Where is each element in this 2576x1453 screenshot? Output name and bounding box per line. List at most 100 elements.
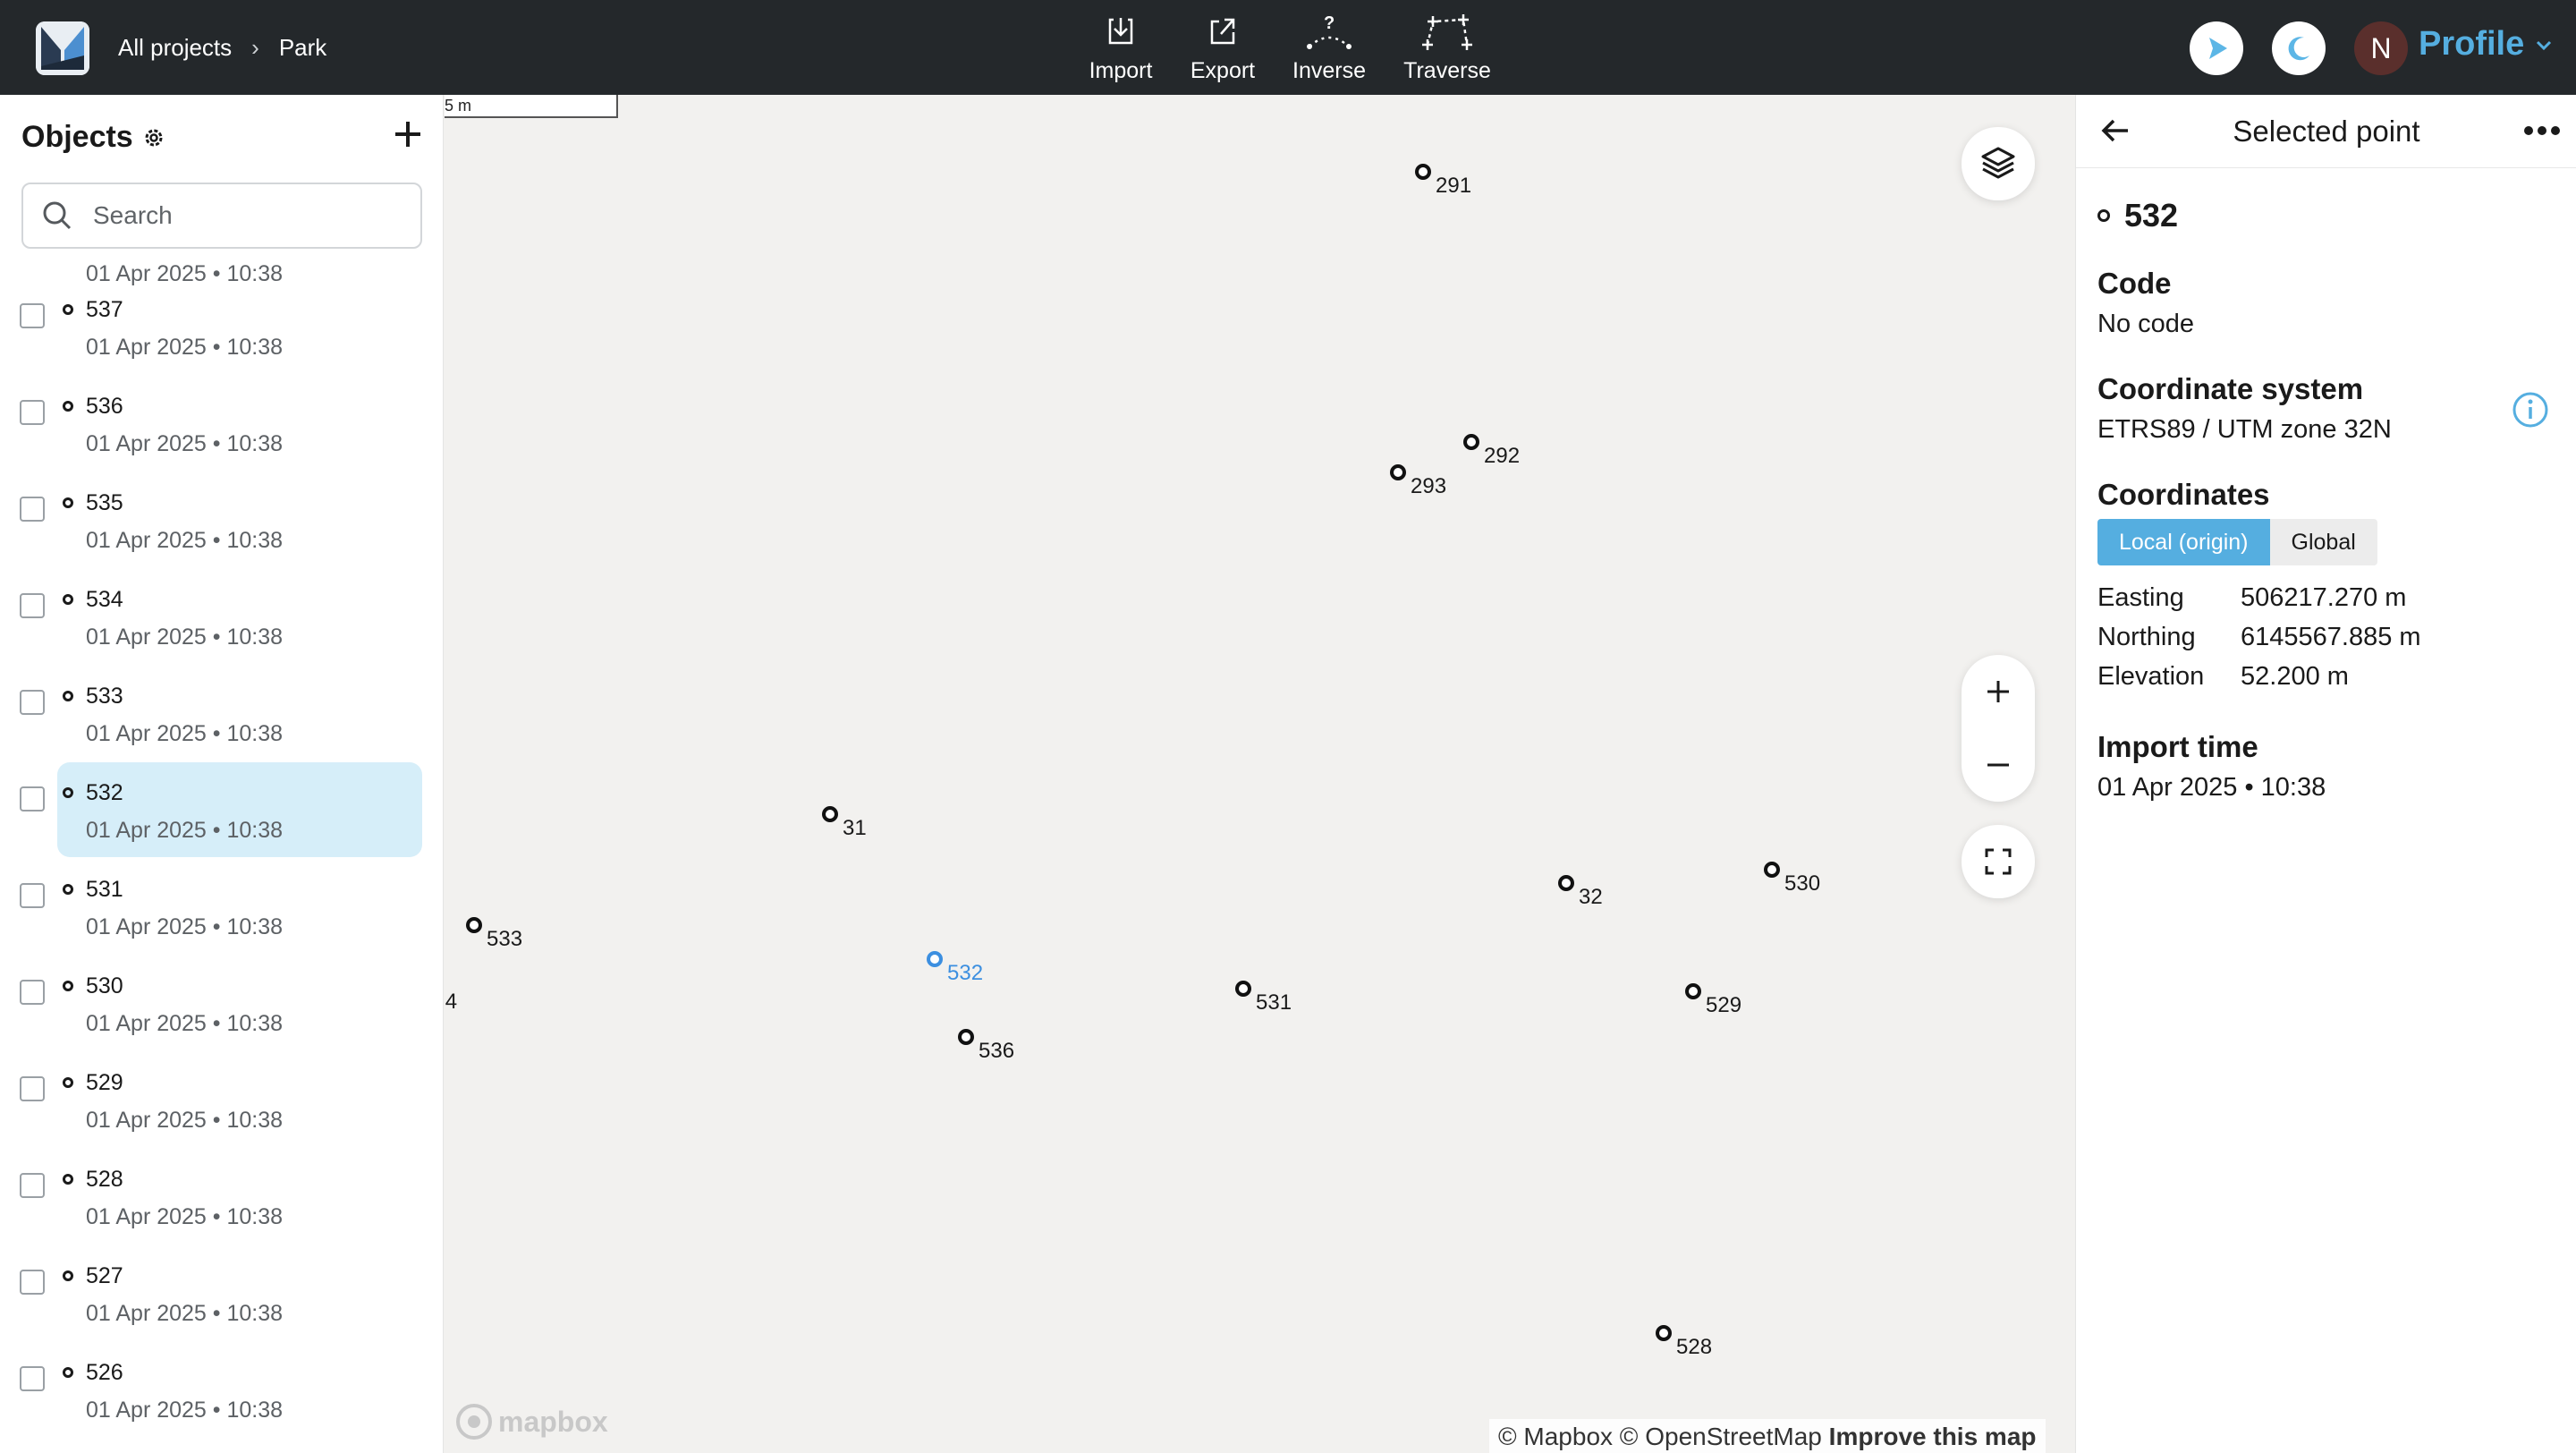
code-title: Code bbox=[2097, 267, 2172, 300]
point-marker-icon bbox=[927, 951, 943, 967]
item-checkbox[interactable] bbox=[20, 883, 45, 908]
point-heading: 532 bbox=[2097, 197, 2178, 234]
point-icon bbox=[63, 497, 73, 508]
tab-global[interactable]: Global bbox=[2269, 519, 2377, 565]
export-label: Export bbox=[1190, 58, 1256, 83]
import-icon bbox=[1108, 18, 1133, 45]
gear-icon[interactable] bbox=[142, 126, 165, 149]
inverse-label: Inverse bbox=[1292, 58, 1366, 83]
item-checkbox[interactable] bbox=[20, 303, 45, 328]
item-checkbox[interactable] bbox=[20, 1076, 45, 1101]
location-button[interactable] bbox=[2190, 21, 2243, 75]
point-marker-icon bbox=[1764, 862, 1780, 878]
list-item[interactable]: 528 01 Apr 2025 • 10:38 bbox=[20, 1149, 422, 1244]
elevation-value: 52.200 m bbox=[2241, 662, 2349, 691]
point-marker-icon bbox=[1463, 434, 1479, 450]
chevron-down-icon bbox=[2537, 40, 2552, 50]
mapbox-icon bbox=[456, 1404, 492, 1440]
map-point-label: 536 bbox=[979, 1039, 1015, 1063]
list-item-date: 01 Apr 2025 • 10:38 bbox=[86, 1011, 284, 1036]
improve-map-link[interactable]: Improve this map bbox=[1829, 1423, 2037, 1450]
mapbox-logo: mapbox bbox=[455, 1403, 608, 1440]
avatar[interactable]: N bbox=[2354, 21, 2408, 75]
item-checkbox[interactable] bbox=[20, 786, 45, 811]
northing-value: 6145567.885 m bbox=[2241, 623, 2421, 651]
traverse-button[interactable]: Traverse bbox=[1385, 0, 1510, 95]
code-value: No code bbox=[2097, 310, 2195, 338]
list-item[interactable]: 536 01 Apr 2025 • 10:38 bbox=[20, 376, 422, 471]
list-item[interactable]: 534 01 Apr 2025 • 10:38 bbox=[20, 569, 422, 664]
import-time-title: Import time bbox=[2097, 730, 2258, 763]
fullscreen-button[interactable] bbox=[1962, 825, 2035, 898]
point-icon bbox=[63, 401, 73, 412]
elevation-label: Elevation bbox=[2097, 662, 2205, 691]
list-item-date: 01 Apr 2025 • 10:38 bbox=[86, 914, 284, 939]
zoom-out-button[interactable] bbox=[1962, 728, 2035, 802]
search-input[interactable] bbox=[93, 201, 397, 230]
breadcrumb-project[interactable]: Park bbox=[279, 34, 326, 62]
layers-button[interactable] bbox=[1962, 127, 2035, 200]
map-view[interactable]: 5 m 291 292 293 31 533 532 534 536 531 32 530 529 52… bbox=[445, 95, 2075, 1453]
map-point-label: 291 bbox=[1436, 174, 1472, 198]
list-item[interactable]: 537 01 Apr 2025 • 10:38 bbox=[20, 279, 422, 374]
easting-value: 506217.270 m bbox=[2241, 583, 2407, 612]
point-icon bbox=[63, 1077, 73, 1088]
list-item-date: 01 Apr 2025 • 10:38 bbox=[86, 1108, 284, 1133]
point-marker-icon bbox=[958, 1029, 974, 1045]
point-icon bbox=[63, 1174, 73, 1185]
item-checkbox[interactable] bbox=[20, 593, 45, 618]
list-item-name: 530 bbox=[86, 973, 123, 998]
list-item[interactable]: 526 01 Apr 2025 • 10:38 bbox=[20, 1342, 422, 1437]
map-point-label: 531 bbox=[1256, 990, 1292, 1015]
search-icon bbox=[43, 201, 72, 230]
toolbar: Import Export ? Inverse Traverse bbox=[1070, 0, 1510, 95]
info-icon[interactable] bbox=[2511, 390, 2550, 429]
point-icon bbox=[63, 884, 73, 895]
more-options-icon[interactable] bbox=[2523, 123, 2561, 138]
list-item[interactable]: 533 01 Apr 2025 • 10:38 bbox=[20, 666, 422, 760]
add-object-button[interactable] bbox=[390, 116, 426, 152]
point-icon bbox=[63, 1367, 73, 1378]
list-item-date: 01 Apr 2025 • 10:38 bbox=[86, 721, 284, 746]
list-item[interactable]: 529 01 Apr 2025 • 10:38 bbox=[20, 1052, 422, 1147]
point-icon bbox=[2097, 209, 2110, 222]
list-item[interactable]: 535 01 Apr 2025 • 10:38 bbox=[20, 472, 422, 567]
item-checkbox[interactable] bbox=[20, 980, 45, 1005]
item-checkbox[interactable] bbox=[20, 1366, 45, 1391]
attribution-text[interactable]: © Mapbox © OpenStreetMap bbox=[1498, 1423, 1822, 1450]
list-item[interactable]: 532 01 Apr 2025 • 10:38 bbox=[20, 762, 422, 857]
import-time-value: 01 Apr 2025 • 10:38 bbox=[2097, 773, 2326, 802]
objects-header: Objects bbox=[21, 120, 165, 155]
list-item[interactable]: 530 01 Apr 2025 • 10:38 bbox=[20, 956, 422, 1050]
item-checkbox[interactable] bbox=[20, 1173, 45, 1198]
map-point-label: 32 bbox=[1579, 885, 1603, 909]
item-checkbox[interactable] bbox=[20, 400, 45, 425]
fullscreen-icon bbox=[1985, 848, 2012, 875]
profile-menu[interactable]: Profile bbox=[2419, 25, 2555, 64]
point-marker-icon bbox=[1390, 464, 1406, 480]
point-marker-icon bbox=[1656, 1325, 1672, 1341]
point-name: 532 bbox=[2124, 197, 2179, 234]
inverse-button[interactable]: ? Inverse bbox=[1274, 0, 1385, 95]
app-logo[interactable] bbox=[36, 21, 89, 75]
export-button[interactable]: Export bbox=[1172, 0, 1274, 95]
list-item-name: 535 bbox=[86, 490, 123, 515]
list-item[interactable]: 531 01 Apr 2025 • 10:38 bbox=[20, 859, 422, 954]
list-item-name: 532 bbox=[86, 780, 123, 805]
map-point-label: 534 bbox=[445, 990, 458, 1014]
item-checkbox[interactable] bbox=[20, 497, 45, 522]
import-button[interactable]: Import bbox=[1070, 0, 1172, 95]
coordinate-mode-toggle: Local (origin) Global bbox=[2097, 519, 2377, 565]
list-item-date: 01 Apr 2025 • 10:38 bbox=[86, 818, 284, 843]
breadcrumb-all-projects[interactable]: All projects bbox=[118, 34, 232, 62]
list-item-name: 528 bbox=[86, 1167, 123, 1192]
panel-title: Selected point bbox=[2233, 115, 2420, 148]
list-item-name: 536 bbox=[86, 394, 123, 419]
item-checkbox[interactable] bbox=[20, 690, 45, 715]
point-marker-icon bbox=[466, 917, 482, 933]
list-item[interactable]: 527 01 Apr 2025 • 10:38 bbox=[20, 1245, 422, 1340]
zoom-in-button[interactable] bbox=[1962, 655, 2035, 728]
tab-local-origin[interactable]: Local (origin) bbox=[2097, 519, 2270, 565]
dark-mode-toggle[interactable] bbox=[2272, 21, 2326, 75]
item-checkbox[interactable] bbox=[20, 1270, 45, 1295]
